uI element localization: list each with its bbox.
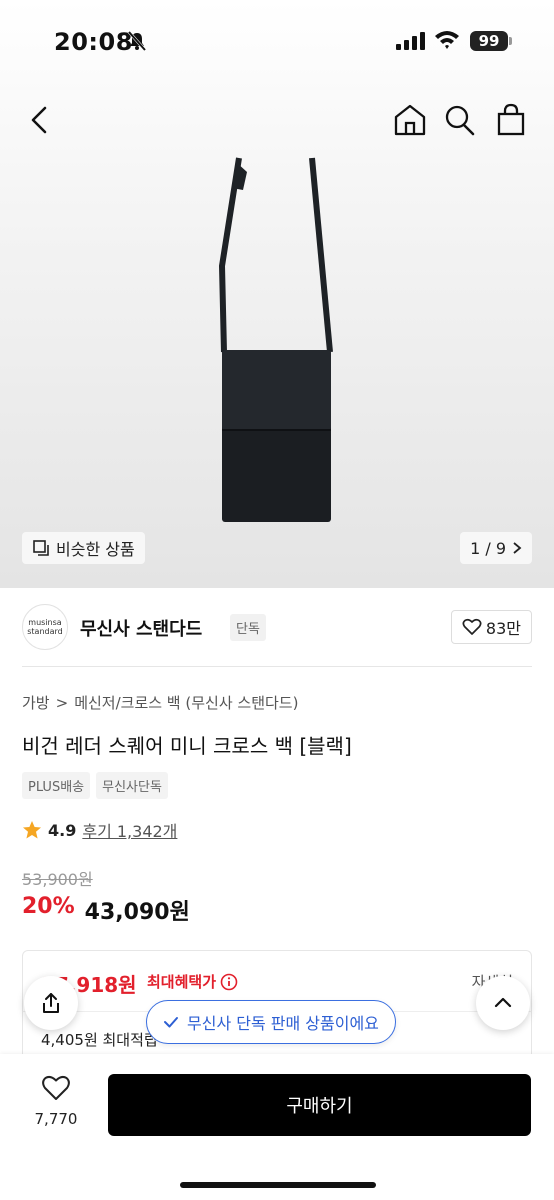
divider bbox=[22, 666, 532, 667]
shopping-bag-icon[interactable] bbox=[494, 102, 528, 138]
status-time: 20:08 bbox=[54, 28, 133, 56]
home-icon[interactable] bbox=[392, 102, 428, 138]
mute-bell-icon bbox=[127, 31, 147, 51]
status-bar: 20:08 99 bbox=[0, 0, 554, 84]
image-pager[interactable]: 1 / 9 bbox=[460, 532, 532, 564]
product-badges: PLUS배송 무신사단독 bbox=[22, 772, 168, 799]
check-icon bbox=[164, 1017, 178, 1028]
wifi-icon bbox=[435, 31, 459, 49]
breadcrumb-category[interactable]: 가방 bbox=[22, 692, 50, 713]
buy-button[interactable]: 구매하기 bbox=[108, 1074, 531, 1136]
exclusive-tag: 단독 bbox=[230, 614, 266, 641]
wishlist-count: 7,770 bbox=[34, 1110, 78, 1128]
battery-tip bbox=[509, 37, 512, 45]
heart-icon bbox=[42, 1075, 70, 1100]
battery-indicator: 99 bbox=[470, 31, 508, 51]
breadcrumb-subcategory[interactable]: 메신저/크로스 백 (무신사 스탠다드) bbox=[74, 692, 298, 713]
product-image bbox=[218, 157, 333, 522]
max-points: 4,405원 최대적립 bbox=[41, 1031, 158, 1049]
sale-price-row: 20% 43,090원 bbox=[22, 894, 190, 926]
brand-name[interactable]: 무신사 스탠다드 bbox=[80, 615, 202, 641]
star-icon bbox=[23, 821, 41, 839]
info-icon[interactable] bbox=[220, 973, 238, 991]
exclusive-toast: 무신사 단독 판매 상품이에요 bbox=[146, 1000, 396, 1044]
bottom-bar: 7,770 구매하기 bbox=[0, 1054, 554, 1200]
reviews-link[interactable]: 후기 1,342개 bbox=[82, 818, 177, 842]
search-icon[interactable] bbox=[443, 102, 477, 138]
breadcrumb: 가방 > 메신저/크로스 백 (무신사 스탠다드) bbox=[22, 692, 298, 713]
product-image-gallery[interactable]: 20:08 99 비슷한 상품 1 / 9 bbox=[0, 0, 554, 588]
max-benefit-label: 최대혜택가 bbox=[147, 971, 238, 992]
similar-products-label: 비슷한 상품 bbox=[56, 540, 135, 559]
chevron-up-icon bbox=[494, 997, 512, 1008]
badge-exclusive: 무신사단독 bbox=[96, 772, 168, 799]
pager-count: 1 / 9 bbox=[470, 538, 506, 558]
toast-message: 무신사 단독 판매 상품이에요 bbox=[187, 1014, 379, 1033]
breadcrumb-separator: > bbox=[55, 693, 69, 712]
similar-products-icon bbox=[33, 540, 49, 556]
rating-score: 4.9 bbox=[48, 820, 77, 840]
heart-icon bbox=[462, 618, 482, 635]
brand-like-button[interactable]: 83만 bbox=[450, 610, 532, 644]
wishlist-button[interactable]: 7,770 bbox=[30, 1074, 82, 1128]
product-title: 비건 레더 스퀘어 미니 크로스 백 [블랙] bbox=[22, 734, 352, 758]
back-arrow-icon[interactable] bbox=[24, 102, 58, 138]
original-price: 53,900원 bbox=[22, 870, 93, 889]
share-icon bbox=[43, 993, 59, 1013]
brand-like-count: 83만 bbox=[485, 619, 521, 638]
discount-rate: 20% bbox=[22, 894, 75, 919]
badge-plus-delivery: PLUS배송 bbox=[22, 772, 91, 799]
home-indicator bbox=[180, 1182, 376, 1188]
similar-products-button[interactable]: 비슷한 상품 bbox=[22, 532, 145, 564]
signal-icon bbox=[396, 32, 425, 50]
chevron-right-icon bbox=[513, 542, 522, 554]
brand-logo[interactable]: musinsa standard bbox=[22, 604, 68, 650]
share-button[interactable] bbox=[24, 976, 78, 1030]
rating-row: 4.9 후기 1,342개 bbox=[22, 818, 177, 842]
scroll-top-button[interactable] bbox=[476, 976, 530, 1030]
sale-price: 43,090원 bbox=[84, 900, 190, 925]
brand-row: musinsa standard 무신사 스탠다드 단독 83만 bbox=[22, 604, 532, 654]
